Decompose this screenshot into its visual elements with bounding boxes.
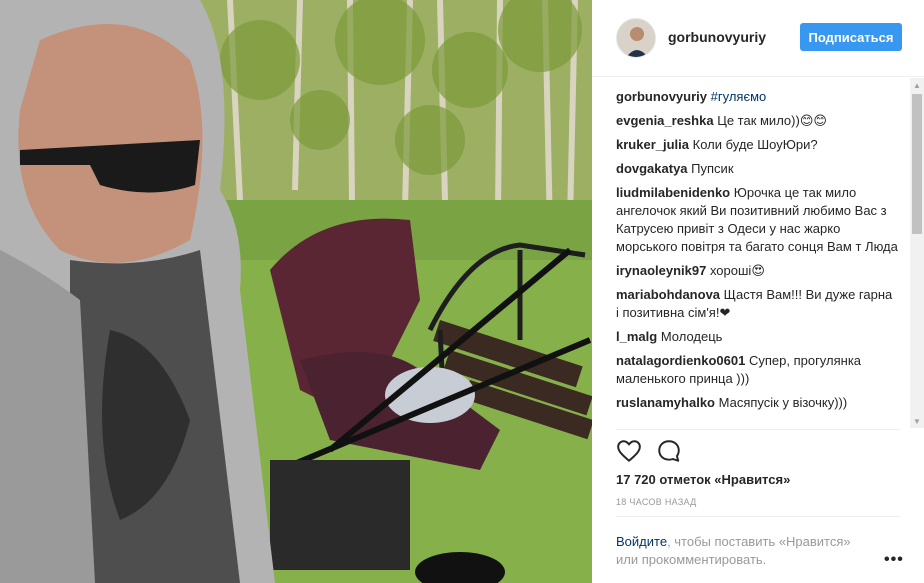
divider [616, 429, 900, 430]
post-side-panel: gorbunovyuriy Подписаться gorbunovyuriy … [592, 0, 924, 583]
caption-hashtag[interactable]: #гуляємо [711, 89, 767, 104]
heart-icon[interactable] [616, 438, 642, 464]
list-item: irynaoleynik97 хороші😍 [616, 262, 898, 280]
comment-username[interactable]: ruslanamyhalko [616, 395, 715, 410]
more-options-icon[interactable]: ••• [884, 551, 904, 569]
list-item: evgenia_reshka Це так мило))😊😊 [616, 112, 898, 130]
avatar[interactable] [616, 18, 656, 58]
login-prompt: Войдите, чтобы поставить «Нравится» или … [616, 533, 876, 569]
comment-username[interactable]: kruker_julia [616, 137, 689, 152]
follow-button[interactable]: Подписаться [800, 23, 902, 51]
comment-username[interactable]: mariabohdanova [616, 287, 720, 302]
avatar-image [617, 19, 655, 57]
comment-text: Молодець [660, 329, 723, 344]
list-item: mariabohdanova Щастя Вам!!! Ви дуже гарн… [616, 286, 898, 322]
comment-text: Пупсик [691, 161, 734, 176]
scroll-up-icon[interactable]: ▲ [910, 78, 924, 92]
header-username[interactable]: gorbunovyuriy [668, 29, 766, 45]
comment-text: Масяпусік у візочку))) [718, 395, 848, 410]
caption-username[interactable]: gorbunovyuriy [616, 89, 707, 104]
comment-username[interactable]: dovgakatya [616, 161, 688, 176]
list-item: l_malg Молодець [616, 328, 898, 346]
list-item: ruslanamyhalko Масяпусік у візочку))) [616, 394, 898, 412]
divider [616, 516, 900, 517]
list-item: kruker_julia Коли буде ШоуЮри? [616, 136, 898, 154]
scroll-thumb[interactable] [912, 94, 922, 234]
comment-icon-svg [658, 440, 680, 462]
likes-count[interactable]: 17 720 отметок «Нравится» [616, 472, 790, 487]
list-item: natalagordienko0601 Супер, прогулянка ма… [616, 352, 898, 388]
list-item: liudmilabenidenko Юрочка це так мило анг… [616, 184, 898, 256]
login-link[interactable]: Войдите [616, 534, 667, 549]
comment-username[interactable]: liudmilabenidenko [616, 185, 730, 200]
comment-username[interactable]: natalagordienko0601 [616, 353, 745, 368]
comments-scrollbar[interactable]: ▲ ▼ [910, 78, 924, 428]
post-timestamp: 18 ЧАСОВ НАЗАД [616, 497, 697, 507]
comment-text: Коли буде ШоуЮри? [692, 137, 818, 152]
comments-list: gorbunovyuriy #гуляємо evgenia_reshka Це… [616, 88, 898, 428]
comment-username[interactable]: irynaoleynik97 [616, 263, 706, 278]
scroll-down-icon[interactable]: ▼ [910, 414, 924, 428]
caption: gorbunovyuriy #гуляємо [616, 88, 898, 106]
heart-icon-svg [617, 440, 641, 462]
post-photo [0, 0, 592, 583]
comment-text: Це так мило))😊😊 [717, 113, 827, 128]
list-item: dovgakatya Пупсик [616, 160, 898, 178]
comment-username[interactable]: evgenia_reshka [616, 113, 714, 128]
comment-username[interactable]: l_malg [616, 329, 657, 344]
comment-icon[interactable] [656, 438, 682, 464]
photo-illustration [0, 0, 592, 583]
post-header: gorbunovyuriy Подписаться [592, 0, 924, 77]
comment-text: хороші😍 [709, 263, 765, 278]
